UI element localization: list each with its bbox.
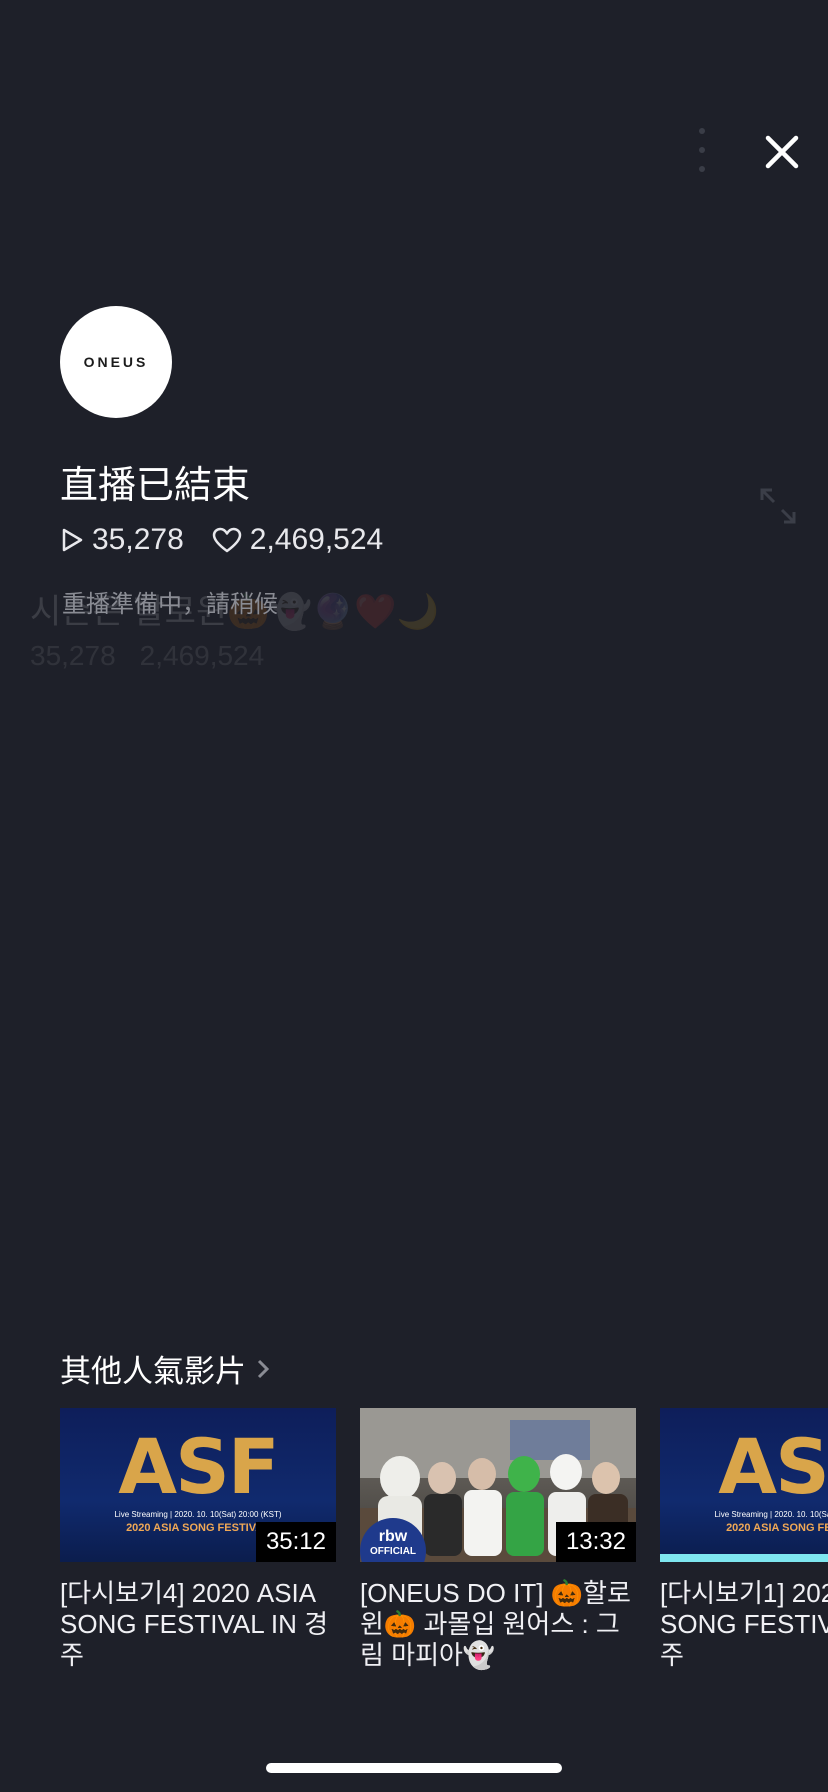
video-thumbnail[interactable]: ASF Live Streaming | 2020. 10. 10(Sat) 2… [660,1408,828,1562]
popular-videos-carousel[interactable]: ASF Live Streaming | 2020. 10. 10(Sat) 2… [60,1408,828,1678]
video-card[interactable]: ASF Live Streaming | 2020. 10. 10(Sat) 2… [660,1408,828,1671]
close-icon[interactable] [760,130,804,174]
replay-note: 重播準備中，請稍候 [62,591,278,618]
home-indicator[interactable] [266,1763,562,1773]
live-ended-title: 直播已結束 [60,465,251,507]
expand-icon[interactable] [758,486,798,526]
popular-videos-header[interactable]: 其他人氣影片 [60,1346,270,1391]
channel-avatar[interactable]: ONEUS [60,306,172,418]
background-stream-stats: 35,278 2,469,524 [30,640,288,672]
watch-progress-bar [660,1554,828,1562]
view-count: 35,278 [60,523,184,557]
chevron-right-icon [257,1359,270,1378]
background-likes: 2,469,524 [139,640,265,671]
video-title[interactable]: [ONEUS DO IT] 🎃할로윈🎃 과몰입 원어스 : 그림 마피아👻 [360,1578,636,1671]
video-card[interactable]: rbw OFFICIAL 13:32 [ONEUS DO IT] 🎃할로윈🎃 과… [360,1408,636,1671]
video-duration: 13:32 [555,1522,636,1562]
video-thumbnail[interactable]: ASF Live Streaming | 2020. 10. 10(Sat) 2… [60,1408,336,1562]
more-options-icon[interactable] [692,128,712,172]
video-card[interactable]: ASF Live Streaming | 2020. 10. 10(Sat) 2… [60,1408,336,1671]
video-title[interactable]: [다시보기1] 2020 ASIA SONG FESTIVAL IN 경주 [660,1578,828,1671]
background-views: 35,278 [30,640,116,671]
stream-stats: 35,278 2,469,524 [60,520,411,560]
video-thumbnail[interactable]: rbw OFFICIAL 13:32 [360,1408,636,1562]
video-title[interactable]: [다시보기4] 2020 ASIA SONG FESTIVAL IN 경주 [60,1578,336,1671]
like-count: 2,469,524 [212,523,383,557]
video-duration: 35:12 [255,1522,336,1562]
play-icon [62,528,83,552]
heart-icon [212,527,242,553]
